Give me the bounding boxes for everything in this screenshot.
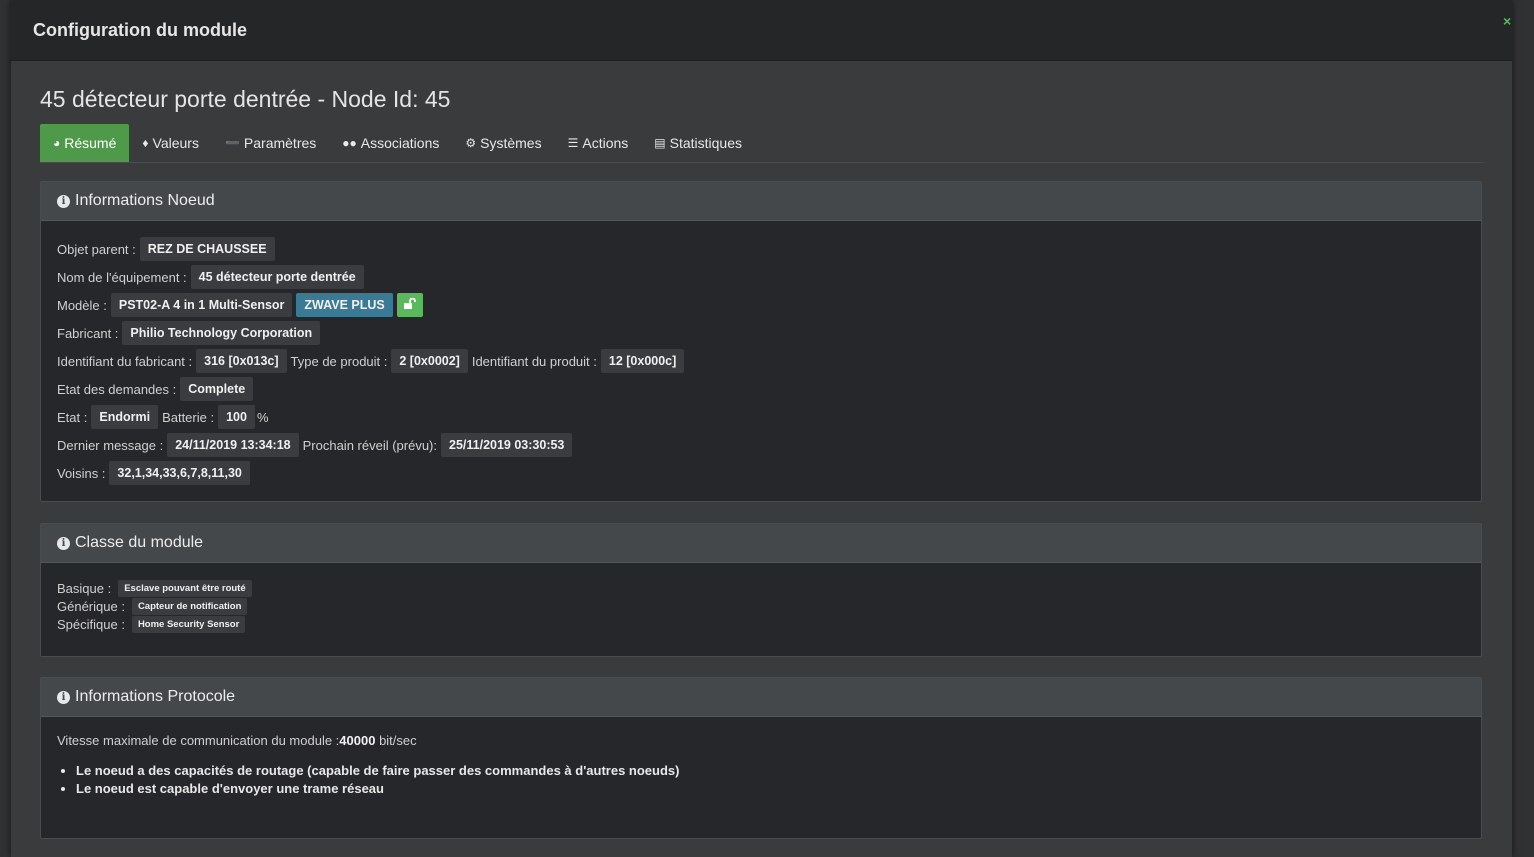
row-identifiants: Identifiant du fabricant : 316 [0x013c] …: [57, 347, 1465, 375]
label: Identifiant du fabricant :: [57, 353, 193, 369]
vitesse-line: Vitesse maximale de communication du mod…: [57, 733, 1465, 748]
wrench-icon: ➖: [224, 136, 240, 150]
tab-associations[interactable]: ●● Associations: [329, 124, 452, 162]
tab-label: Systèmes: [480, 135, 542, 151]
label: Dernier message :: [57, 437, 164, 453]
row-messages: Dernier message : 24/11/2019 13:34:18 Pr…: [57, 431, 1465, 459]
generique-value: Capteur de notification: [131, 597, 248, 615]
panel-informations-noeud: i Informations Noeud Objet parent : REZ …: [40, 181, 1482, 502]
row-etat: Etat : Endormi Batterie : 100 %: [57, 403, 1465, 431]
vitesse-value: 40000: [339, 733, 376, 748]
id-produit-value: 12 [0x000c]: [600, 349, 685, 373]
batterie-unit: %: [256, 409, 269, 425]
label: Type de produit :: [290, 353, 388, 369]
tab-label: Valeurs: [152, 135, 199, 151]
label: Etat des demandes :: [57, 381, 177, 397]
tab-statistiques[interactable]: ▤ Statistiques: [641, 124, 755, 162]
info-circle-icon: i: [57, 536, 70, 550]
type-produit-value: 2 [0x0002]: [391, 349, 468, 373]
panel-heading: i Informations Protocole: [41, 678, 1481, 717]
fabricant-value: Philio Technology Corporation: [122, 321, 321, 345]
nom-value: 45 détecteur porte dentrée: [190, 265, 364, 289]
label: Générique :: [57, 598, 125, 614]
panel-title: Informations Noeud: [75, 192, 215, 209]
panel-heading: i Informations Noeud: [41, 182, 1481, 221]
label: Basique :: [57, 580, 112, 596]
tag-icon: ♦: [142, 136, 149, 150]
row-objet-parent: Objet parent : REZ DE CHAUSSEE: [57, 235, 1465, 263]
sliders-icon: ☰: [567, 136, 579, 150]
info-circle-icon: i: [57, 194, 70, 208]
label: Prochain réveil (prévu):: [302, 437, 437, 453]
label: Batterie :: [162, 409, 215, 425]
id-fabricant-value: 316 [0x013c]: [196, 349, 287, 373]
modal-header: Configuration du module: [11, 0, 1512, 61]
list-item: Le noeud est capable d'envoyer une trame…: [76, 780, 1465, 798]
tab-actions[interactable]: ☰ Actions: [555, 124, 642, 162]
row-etat-demandes: Etat des demandes : Complete: [57, 375, 1465, 403]
cogs-icon: ⚙: [465, 136, 477, 150]
row-fabricant: Fabricant : Philio Technology Corporatio…: [57, 319, 1465, 347]
label: Voisins :: [57, 465, 106, 481]
close-button[interactable]: ×: [1503, 14, 1511, 28]
unlock-icon: [403, 297, 416, 309]
specifique-value: Home Security Sensor: [131, 615, 246, 633]
list-item: Le noeud a des capacités de routage (cap…: [76, 762, 1465, 780]
row-voisins: Voisins : 32,1,34,33,6,7,8,11,30: [57, 459, 1465, 487]
tab-resume[interactable]: ◕ Résumé: [40, 124, 130, 162]
tab-label: Statistiques: [669, 135, 742, 151]
dashboard-icon: ◕: [53, 136, 61, 150]
dernier-message-value: 24/11/2019 13:34:18: [167, 433, 299, 457]
prochain-reveil-value: 25/11/2019 03:30:53: [441, 433, 573, 457]
modele-value: PST02-A 4 in 1 Multi-Sensor: [110, 293, 293, 317]
tab-label: Résumé: [64, 135, 117, 151]
tab-label: Paramètres: [243, 135, 317, 151]
row-nom: Nom de l'équipement : 45 détecteur porte…: [57, 263, 1465, 291]
users-icon: ●●: [342, 136, 357, 150]
tab-valeurs[interactable]: ♦ Valeurs: [129, 124, 212, 162]
row-modele: Modèle : PST02-A 4 in 1 Multi-Sensor ZWA…: [57, 291, 1465, 319]
capabilities-list: Le noeud a des capacités de routage (cap…: [57, 762, 1465, 798]
label: Identifiant du produit :: [471, 353, 597, 369]
label: Nom de l'équipement :: [57, 269, 187, 285]
etat-demandes-value: Complete: [180, 377, 254, 401]
vitesse-unit: bit/sec: [375, 733, 417, 748]
label: Fabricant :: [57, 325, 119, 341]
zwave-plus-badge: ZWAVE PLUS: [296, 293, 393, 317]
label: Objet parent :: [57, 241, 136, 257]
info-circle-icon: i: [57, 690, 70, 704]
unlock-badge[interactable]: [396, 293, 423, 317]
tab-bar: ◕ Résumé ♦ Valeurs ➖ Paramètres ●● Assoc…: [40, 124, 1483, 163]
voisins-value: 32,1,34,33,6,7,8,11,30: [109, 461, 250, 485]
label: Etat :: [57, 409, 88, 425]
label: Modèle :: [57, 297, 107, 313]
modal-title: Configuration du module: [33, 19, 247, 40]
node-title: 45 détecteur porte dentrée - Node Id: 45: [40, 86, 451, 112]
tab-label: Associations: [360, 135, 440, 151]
etat-value: Endormi: [91, 405, 159, 429]
row-specifique: Spécifique : Home Security Sensor: [57, 615, 1465, 633]
tab-systemes[interactable]: ⚙ Systèmes: [452, 124, 554, 162]
panel-classe-module: i Classe du module Basique : Esclave pou…: [40, 523, 1482, 657]
panel-informations-protocole: i Informations Protocole Vitesse maximal…: [40, 677, 1482, 839]
label: Spécifique :: [57, 616, 125, 632]
objet-parent-value: REZ DE CHAUSSEE: [139, 237, 275, 261]
panel-heading: i Classe du module: [41, 524, 1481, 563]
batterie-value: 100: [218, 405, 255, 429]
row-generique: Générique : Capteur de notification: [57, 597, 1465, 615]
vitesse-label: Vitesse maximale de communication du mod…: [57, 733, 340, 748]
row-basique: Basique : Esclave pouvant être routé: [57, 579, 1465, 597]
tab-parametres[interactable]: ➖ Paramètres: [212, 124, 329, 162]
module-config-modal: Configuration du module × 45 détecteur p…: [11, 0, 1512, 857]
bar-chart-icon: ▤: [654, 136, 666, 150]
tab-label: Actions: [582, 135, 629, 151]
basique-value: Esclave pouvant être routé: [118, 579, 252, 597]
panel-title: Classe du module: [75, 534, 204, 551]
panel-title: Informations Protocole: [75, 688, 236, 705]
